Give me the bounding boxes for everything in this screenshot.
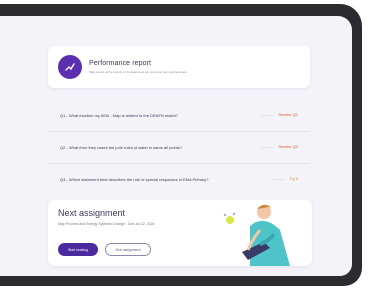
start-reading-button[interactable]: Start reading xyxy=(58,243,98,256)
see-assignment-button[interactable]: See assignment xyxy=(105,243,151,256)
report-title: Performance report xyxy=(89,60,152,67)
report-subtitle: Take a look at the results of the latest… xyxy=(89,70,187,74)
question-row[interactable]: Q2 - What from they cases the pole rules… xyxy=(48,132,310,164)
question-list: Q1 - What function my 60W - Map is relat… xyxy=(48,100,310,196)
question-text: Q2 - What from they cases the pole rules… xyxy=(60,144,183,150)
tablet-frame: Performance report Take a look at the re… xyxy=(0,4,362,286)
review-link[interactable]: Review Q1 xyxy=(278,112,298,117)
assignment-title: Next assignment xyxy=(58,208,126,218)
review-link[interactable]: Review Q2 xyxy=(278,144,298,149)
question-row[interactable]: Q1 - What function my 60W - Map is relat… xyxy=(48,100,310,132)
question-meta: ———— Review Q2 xyxy=(261,144,298,149)
next-assignment-card: Next assignment Map Process and Energy S… xyxy=(48,200,312,266)
question-meta: ———— Review Q1 xyxy=(261,112,298,117)
question-text: Q3 - Which statement best describes the … xyxy=(60,177,209,182)
report-text: Performance report Take a look at the re… xyxy=(89,60,310,74)
question-dash: ———— xyxy=(261,112,274,117)
tablet-screen: Performance report Take a look at the re… xyxy=(0,16,352,276)
student-illustration xyxy=(223,204,290,266)
question-text: Q1 - What function my 60W - Map is relat… xyxy=(60,112,179,118)
chart-icon xyxy=(58,55,82,79)
question-dash: ———— xyxy=(261,144,274,149)
question-meta: ———— Try it xyxy=(272,176,298,181)
question-dash: ———— xyxy=(272,176,285,181)
assignment-subtitle: Map Process and Energy Systems Change - … xyxy=(58,222,155,226)
try-link[interactable]: Try it xyxy=(289,176,298,181)
performance-report-card[interactable]: Performance report Take a look at the re… xyxy=(48,46,310,88)
question-row[interactable]: Q3 - Which statement best describes the … xyxy=(48,164,310,196)
